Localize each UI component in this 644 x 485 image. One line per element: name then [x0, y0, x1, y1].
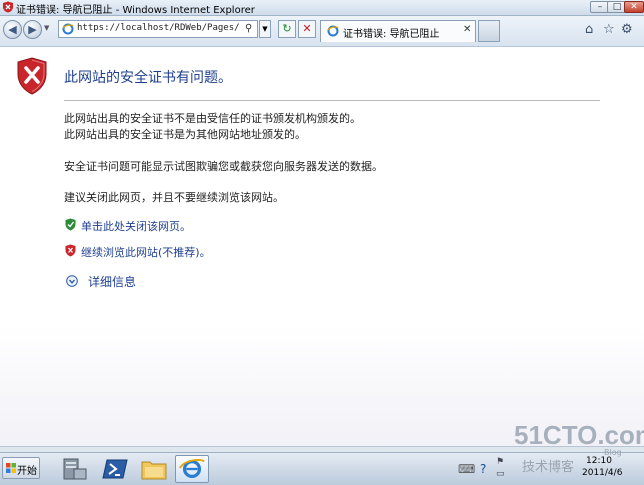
help-icon[interactable]: ? — [480, 462, 486, 476]
recommendation-text: 建议关闭此网页，并且不要继续浏览该网站。 — [64, 191, 284, 204]
network-icon[interactable]: ▭ — [496, 469, 505, 479]
page-title: 此网站的安全证书有问题。 — [64, 70, 232, 86]
error-shield-icon — [17, 57, 47, 95]
address-url[interactable]: https://localhost/RDWeb/Pages/defa — [77, 23, 239, 33]
gear-icon[interactable]: ⚙ — [621, 22, 633, 37]
close-page-link[interactable]: 单击此处关闭该网页。 — [81, 218, 191, 234]
watermark-blog: Blog — [604, 448, 622, 457]
watermark-subtitle: 技术博客 — [522, 460, 575, 475]
server-manager-icon[interactable] — [58, 455, 92, 483]
certificate-error-icon — [3, 1, 13, 13]
home-icon[interactable]: ⌂ — [585, 22, 593, 37]
search-icon[interactable]: ⚲ — [245, 23, 252, 34]
clock-time[interactable]: 12:10 — [586, 456, 612, 466]
stop-button[interactable]: ✕ — [298, 20, 316, 38]
reason-name-mismatch: 此网站出具的安全证书是为其他网站地址颁发的。 — [64, 128, 306, 141]
continue-to-website-link[interactable]: 继续浏览此网站(不推荐)。 — [81, 244, 211, 260]
address-bar[interactable]: https://localhost/RDWeb/Pages/defa ⚲ — [58, 20, 258, 38]
keyboard-icon[interactable]: ⌨ — [458, 462, 475, 476]
action-center-flag-icon[interactable]: ⚑ — [496, 457, 504, 467]
ie-page-icon — [62, 23, 74, 35]
window-title: 证书错误: 导航已阻止 - Windows Internet Explorer — [16, 5, 255, 16]
favorites-star-icon[interactable]: ☆ — [603, 22, 615, 37]
start-button[interactable]: 开始 — [2, 457, 40, 479]
tab-certificate-error[interactable]: 证书错误: 导航已阻止 ✕ — [320, 20, 476, 42]
more-information-link[interactable]: 详细信息 — [88, 273, 136, 290]
navigation-bar: ◀ ▶ ▼ https://localhost/RDWeb/Pages/defa… — [0, 16, 644, 47]
expand-chevron-icon[interactable] — [66, 275, 78, 287]
close-window-button[interactable]: ✕ — [624, 1, 644, 13]
back-button[interactable]: ◀ — [3, 20, 22, 39]
page-content: 此网站的安全证书有问题。 此网站出具的安全证书不是由受信任的证书颁发机构颁发的。… — [0, 47, 644, 446]
internet-explorer-icon[interactable] — [175, 455, 209, 483]
forward-button[interactable]: ▶ — [23, 20, 42, 39]
tab-title: 证书错误: 导航已阻止 — [343, 29, 440, 40]
window-title-bar[interactable]: 证书错误: 导航已阻止 - Windows Internet Explorer … — [0, 0, 644, 16]
unsafe-shield-icon — [65, 244, 76, 257]
address-dropdown-button[interactable]: ▼ — [259, 20, 271, 38]
safe-shield-icon — [65, 218, 76, 231]
title-divider — [64, 100, 600, 101]
reason-untrusted-ca: 此网站出具的安全证书不是由受信任的证书颁发机构颁发的。 — [64, 112, 361, 125]
folder-explorer-icon[interactable] — [137, 455, 171, 483]
watermark-logo: 51CTO.com — [514, 420, 644, 450]
ie-tab-icon — [327, 25, 339, 37]
warning-text: 安全证书问题可能显示试图欺骗您或截获您向服务器发送的数据。 — [64, 160, 383, 173]
new-tab-button[interactable] — [478, 20, 500, 42]
powershell-icon[interactable] — [99, 455, 133, 483]
clock-date[interactable]: 2011/4/6 — [582, 468, 622, 478]
close-tab-icon[interactable]: ✕ — [463, 24, 471, 35]
start-label: 开始 — [17, 466, 37, 477]
history-dropdown-icon[interactable]: ▼ — [44, 24, 49, 32]
refresh-button[interactable]: ↻ — [278, 20, 296, 38]
windows-logo-icon — [6, 463, 16, 473]
